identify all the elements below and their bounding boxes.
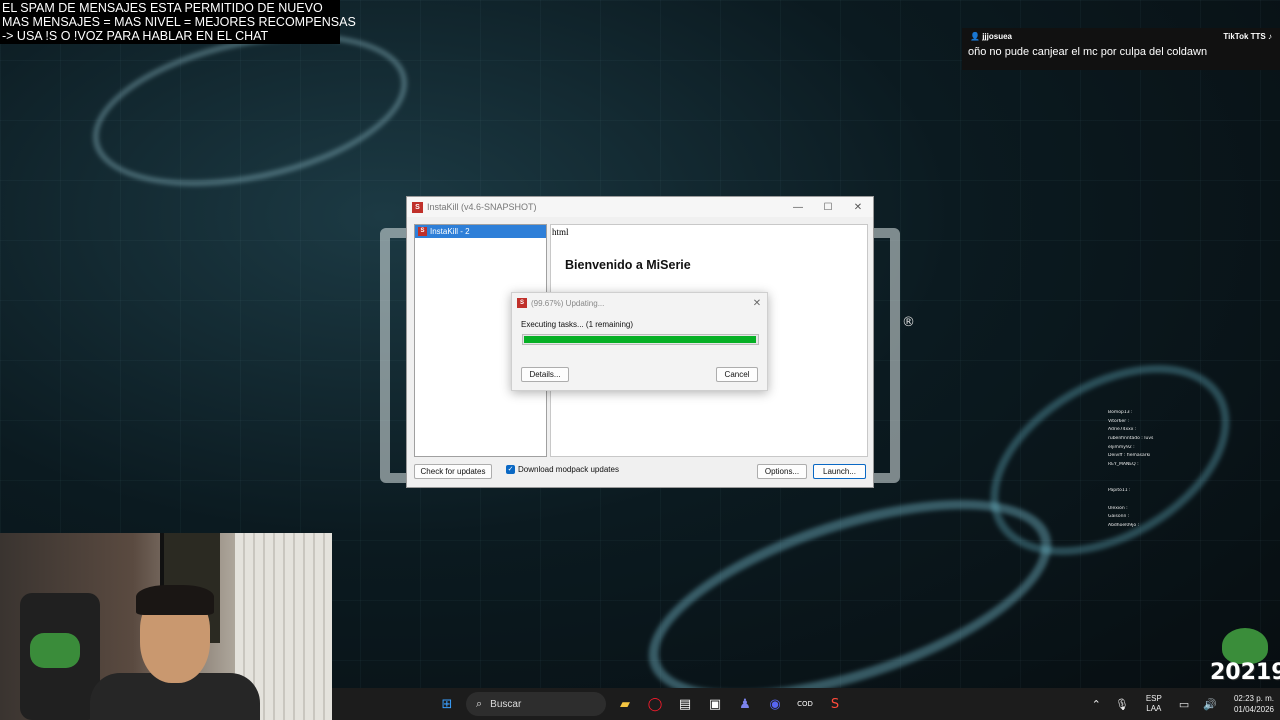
instakill-logo-icon: S — [412, 201, 423, 213]
clock[interactable]: 02:23 p. m. 01/04/2026 — [1234, 693, 1274, 715]
close-button[interactable]: ✕ — [843, 202, 873, 213]
chevron-up-icon[interactable]: ⌃ — [1092, 698, 1101, 711]
chat-line: Gaisonn : — [1108, 514, 1130, 520]
teams-icon[interactable]: ♟ — [734, 693, 756, 715]
tts-message: oño no pude canjear el mc por culpa del … — [968, 46, 1208, 58]
overlay-line: -> USA !S O !VOZ PARA HABLAR EN EL CHAT — [2, 29, 269, 43]
cancel-button[interactable]: Cancel — [716, 367, 758, 382]
modpack-item-instakill-2[interactable]: S InstaKill - 2 — [415, 225, 546, 238]
instakill-logo-icon: S — [418, 227, 427, 236]
clock-date: 01/04/2026 — [1233, 705, 1274, 714]
chat-line: Abdhoel09jo : — [1108, 522, 1140, 528]
chat-line: REY_MANEQ : — [1108, 462, 1139, 468]
webcam-person-hair — [136, 585, 214, 615]
check-updates-button[interactable]: Check for updates — [414, 464, 492, 479]
stream-overlay-text: EL SPAM DE MENSAJES ESTA PERMITIDO DE NU… — [0, 0, 356, 44]
content-tag: html — [552, 227, 569, 237]
instakill-logo-icon: S — [517, 298, 527, 308]
language-indicator[interactable]: ESP LAA — [1146, 694, 1162, 714]
pepe-text: 20219 — [1210, 660, 1280, 685]
launch-button[interactable]: Launch... — [813, 464, 866, 479]
chat-line: Vitor6er : — [1108, 418, 1130, 424]
display-icon[interactable]: ▭ — [1179, 698, 1189, 711]
dialog-title: (99.67%) Updating... — [531, 298, 605, 308]
search-input[interactable]: ⌕ Buscar — [466, 692, 606, 716]
chat-line: Papito11 : — [1108, 488, 1131, 494]
download-updates-label: Download modpack updates — [518, 465, 619, 474]
app-icon[interactable]: ▤ — [674, 693, 696, 715]
update-progress-dialog: S (99.67%) Updating... ✕ Executing tasks… — [511, 292, 768, 391]
window-title: InstaKill (v4.6-SNAPSHOT) — [427, 202, 537, 212]
options-button[interactable]: Options... — [757, 464, 807, 479]
chat-line: eljimmy92 : — [1108, 444, 1135, 450]
bottom-bar: Check for updates ✓ Download modpack upd… — [414, 463, 868, 481]
chat-line — [1108, 480, 1198, 489]
file-explorer-icon[interactable]: ▰ — [614, 693, 636, 715]
dialog-close-button[interactable]: ✕ — [747, 298, 767, 309]
system-tray: ⌃ 🎙 ESP LAA ▭ 🔊 02:23 p. m. 01/04/2026 — [1085, 688, 1274, 720]
tts-user: jjjosuea — [982, 32, 1012, 41]
webcam-controller — [30, 633, 80, 668]
discord-icon[interactable]: ◉ — [764, 693, 786, 715]
welcome-heading: Bienvenido a MiSerie — [565, 258, 691, 272]
window-titlebar: S InstaKill (v4.6-SNAPSHOT) — ☐ ✕ — [407, 197, 873, 217]
tts-source: TikTok TTS — [1223, 32, 1266, 41]
chat-line: Adrie74xxx : — [1108, 427, 1137, 433]
dialog-status: Executing tasks... (1 remaining) — [521, 320, 634, 329]
registered-mark: ® — [902, 315, 915, 330]
progress-fill — [524, 336, 757, 343]
pepe-emote-icon — [1222, 628, 1268, 664]
tts-message-box: 👤 jjjosuea TikTok TTS ♪ oño no pude canj… — [962, 28, 1280, 70]
details-button[interactable]: Details... — [521, 367, 569, 382]
instakill-icon[interactable]: S — [824, 693, 846, 715]
chat-line — [1108, 471, 1198, 480]
dialog-titlebar: S (99.67%) Updating... ✕ — [512, 293, 767, 313]
chat-line: Bomop13 : — [1108, 410, 1133, 415]
lang-bottom: LAA — [1146, 704, 1162, 713]
lang-top: ESP — [1145, 694, 1162, 703]
volume-icon[interactable]: 🔊 — [1203, 698, 1217, 711]
search-icon: ⌕ — [476, 697, 483, 710]
overlay-line: EL SPAM DE MENSAJES ESTA PERMITIDO DE NU… — [2, 1, 323, 15]
chat-line — [1108, 497, 1198, 506]
clock-time: 02:23 p. m. — [1233, 694, 1274, 703]
chat-line: rubenfinntado : luvs — [1108, 436, 1154, 442]
chat-line: Deiviff : fiemasarki — [1108, 453, 1151, 459]
store-icon[interactable]: ▣ — [704, 693, 726, 715]
minimize-button[interactable]: — — [783, 202, 813, 213]
tiktok-icon: ♪ — [1268, 32, 1272, 41]
modpack-item-label: InstaKill - 2 — [430, 227, 470, 236]
maximize-button[interactable]: ☐ — [813, 202, 843, 213]
checkmark-icon: ✓ — [506, 465, 515, 474]
windows-start-icon[interactable]: ⊞ — [436, 693, 458, 715]
search-placeholder: Buscar — [490, 698, 522, 710]
progress-bar — [522, 334, 759, 345]
webcam-feed — [0, 533, 332, 720]
opera-icon[interactable]: ◯ — [644, 693, 666, 715]
chat-overlay: Bomop13 : Vitor6er : Adrie74xxx : rubenfinn… — [1108, 410, 1198, 532]
overlay-line: MAS MENSAJES = MAS NIVEL = MEJORES RECOM… — [2, 15, 356, 29]
user-icon: 👤 — [970, 32, 980, 41]
chat-line: Ulexion : — [1108, 505, 1128, 511]
call-of-duty-icon[interactable]: COD — [794, 693, 816, 715]
microphone-icon[interactable]: 🎙 — [1115, 698, 1129, 711]
taskbar: ⊞ ⌕ Buscar ▰ ◯ ▤ ▣ ♟ ◉ COD S ⌃ 🎙 ESP LAA… — [332, 688, 1280, 720]
download-updates-checkbox[interactable]: ✓ Download modpack updates — [506, 465, 619, 474]
